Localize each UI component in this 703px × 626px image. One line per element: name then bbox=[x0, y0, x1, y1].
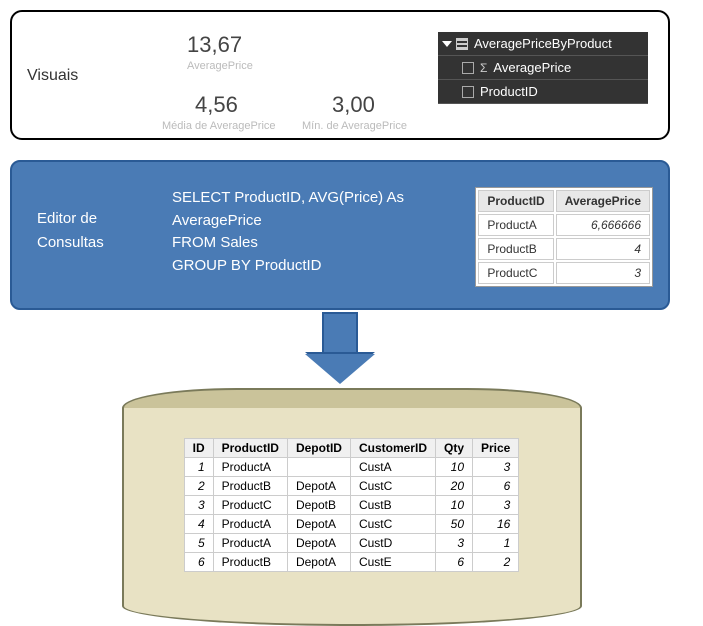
cell: CustC bbox=[350, 477, 435, 496]
cell: CustE bbox=[350, 553, 435, 572]
sales-h: ID bbox=[184, 439, 213, 458]
cell: CustB bbox=[350, 496, 435, 515]
checkbox-icon[interactable] bbox=[462, 86, 474, 98]
checkbox-icon[interactable] bbox=[462, 62, 474, 74]
table-row: 1ProductA CustA103 bbox=[184, 458, 519, 477]
cell: 4 bbox=[556, 238, 650, 260]
fields-panel: AveragePriceByProduct Σ AveragePrice Pro… bbox=[438, 32, 648, 104]
visuals-panel: Visuais 13,67 AveragePrice 4,56 Média de… bbox=[10, 10, 670, 140]
cell: ProductC bbox=[478, 262, 553, 284]
table-row: 4ProductADepotACustC5016 bbox=[184, 515, 519, 534]
cell: CustD bbox=[350, 534, 435, 553]
cell: 6 bbox=[184, 553, 213, 572]
table-icon bbox=[456, 38, 468, 50]
sql-query-text: SELECT ProductID, AVG(Price) As AverageP… bbox=[172, 187, 404, 277]
cell: ProductB bbox=[213, 553, 287, 572]
metric-min-value: 3,00 bbox=[332, 92, 375, 118]
result-header-avgprice: AveragePrice bbox=[556, 190, 650, 212]
fields-row-avgprice[interactable]: Σ AveragePrice bbox=[438, 56, 648, 80]
arrow-head-icon bbox=[305, 354, 375, 384]
cell: ProductC bbox=[213, 496, 287, 515]
cell: 5 bbox=[184, 534, 213, 553]
cell: ProductB bbox=[478, 238, 553, 260]
metric-media-value: 4,56 bbox=[195, 92, 238, 118]
cell: 3 bbox=[473, 496, 519, 515]
expand-icon bbox=[442, 41, 452, 47]
cell: 20 bbox=[435, 477, 472, 496]
cell: 3 bbox=[473, 458, 519, 477]
sales-h: CustomerID bbox=[350, 439, 435, 458]
cell: DepotA bbox=[287, 477, 350, 496]
cell: DepotA bbox=[287, 515, 350, 534]
field-label: ProductID bbox=[480, 84, 538, 99]
editor-label: Editor de Consultas bbox=[37, 207, 104, 255]
cell: 1 bbox=[473, 534, 519, 553]
sales-h: DepotID bbox=[287, 439, 350, 458]
sales-h: Qty bbox=[435, 439, 472, 458]
fields-table-header[interactable]: AveragePriceByProduct bbox=[438, 32, 648, 56]
cell: DepotA bbox=[287, 534, 350, 553]
cell: 2 bbox=[184, 477, 213, 496]
fields-table-name: AveragePriceByProduct bbox=[474, 36, 612, 51]
cell: 2 bbox=[473, 553, 519, 572]
metric-min-label: Mín. de AveragePrice bbox=[302, 120, 407, 132]
cell bbox=[287, 458, 350, 477]
cell: 6,666666 bbox=[556, 214, 650, 236]
database-cylinder: ID ProductID DepotID CustomerID Qty Pric… bbox=[122, 388, 582, 626]
arrow-stem bbox=[322, 312, 358, 354]
query-result-table: ProductID AveragePrice ProductA6,666666 … bbox=[475, 187, 653, 287]
cell: 3 bbox=[184, 496, 213, 515]
sales-table: ID ProductID DepotID CustomerID Qty Pric… bbox=[184, 438, 520, 572]
table-row: 2ProductBDepotACustC206 bbox=[184, 477, 519, 496]
table-row: ProductC3 bbox=[478, 262, 650, 284]
cell: 3 bbox=[556, 262, 650, 284]
query-editor-panel: Editor de Consultas SELECT ProductID, AV… bbox=[10, 160, 670, 310]
cell: 6 bbox=[435, 553, 472, 572]
editor-label-line2: Consultas bbox=[37, 234, 104, 251]
cell: 4 bbox=[184, 515, 213, 534]
cell: ProductA bbox=[213, 515, 287, 534]
editor-label-line1: Editor de bbox=[37, 210, 97, 227]
cell: 10 bbox=[435, 458, 472, 477]
metric-avgprice-value: 13,67 bbox=[187, 32, 242, 58]
cell: 1 bbox=[184, 458, 213, 477]
cell: ProductA bbox=[213, 458, 287, 477]
cell: ProductA bbox=[213, 534, 287, 553]
table-row: 6ProductBDepotACustE62 bbox=[184, 553, 519, 572]
sales-h: ProductID bbox=[213, 439, 287, 458]
table-row: ProductB4 bbox=[478, 238, 650, 260]
cell: ProductB bbox=[213, 477, 287, 496]
cell: 50 bbox=[435, 515, 472, 534]
metric-avgprice-label: AveragePrice bbox=[187, 60, 253, 72]
cell: 6 bbox=[473, 477, 519, 496]
cell: DepotA bbox=[287, 553, 350, 572]
table-row: ProductA6,666666 bbox=[478, 214, 650, 236]
sigma-icon: Σ bbox=[480, 61, 487, 75]
field-label: AveragePrice bbox=[493, 60, 571, 75]
cylinder-body: ID ProductID DepotID CustomerID Qty Pric… bbox=[122, 408, 582, 588]
visuals-label: Visuais bbox=[27, 67, 78, 85]
table-row: 3ProductCDepotBCustB103 bbox=[184, 496, 519, 515]
fields-row-productid[interactable]: ProductID bbox=[438, 80, 648, 104]
flow-arrow bbox=[10, 312, 670, 384]
cell: 16 bbox=[473, 515, 519, 534]
cell: 10 bbox=[435, 496, 472, 515]
cell: ProductA bbox=[478, 214, 553, 236]
cell: CustC bbox=[350, 515, 435, 534]
table-row: 5ProductADepotACustD31 bbox=[184, 534, 519, 553]
cell: DepotB bbox=[287, 496, 350, 515]
sales-h: Price bbox=[473, 439, 519, 458]
metric-media-label: Média de AveragePrice bbox=[162, 120, 276, 132]
cell: CustA bbox=[350, 458, 435, 477]
cell: 3 bbox=[435, 534, 472, 553]
cylinder-bottom bbox=[122, 586, 582, 626]
result-header-productid: ProductID bbox=[478, 190, 553, 212]
